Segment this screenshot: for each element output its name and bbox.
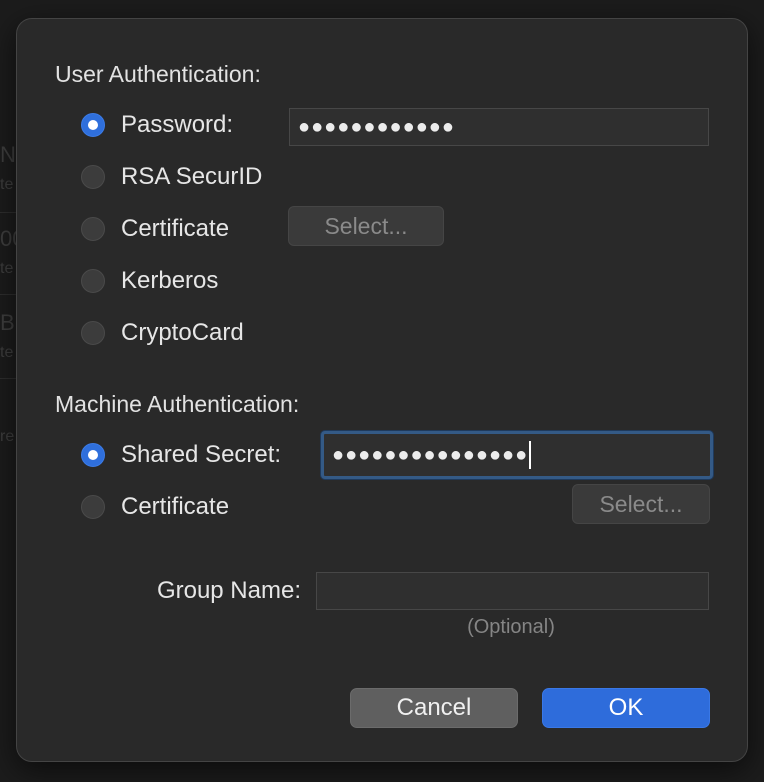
radio-button[interactable] xyxy=(81,113,105,137)
radio-kerberos[interactable]: Kerberos xyxy=(81,266,218,296)
radio-label: Certificate xyxy=(121,493,230,520)
cancel-button[interactable]: Cancel xyxy=(350,688,518,728)
shared-secret-field[interactable]: ●●●●●●●●●●●●●●● xyxy=(321,431,713,479)
authentication-sheet: User Authentication: Password: ●●●●●●●●●… xyxy=(16,18,748,762)
radio-button[interactable] xyxy=(81,269,105,293)
group-name-label: Group Name: xyxy=(156,577,301,604)
ok-button[interactable]: OK xyxy=(542,688,710,728)
radio-label: RSA SecurID xyxy=(121,163,263,190)
radio-label: Kerberos xyxy=(121,267,219,294)
machine-authentication-title: Machine Authentication: xyxy=(55,391,300,417)
background-text: N xyxy=(0,142,16,167)
user-authentication-title: User Authentication: xyxy=(55,61,261,87)
shared-secret-value: ●●●●●●●●●●●●●●● xyxy=(332,443,529,466)
radio-user-certificate[interactable]: Certificate xyxy=(81,214,229,244)
background-text: te xyxy=(0,344,14,361)
radio-button[interactable] xyxy=(81,321,105,345)
radio-machine-certificate[interactable]: Certificate xyxy=(81,492,229,522)
background-text: B xyxy=(0,310,15,335)
radio-label: Password: xyxy=(121,111,234,138)
group-name-hint: (Optional) xyxy=(467,616,555,638)
radio-button[interactable] xyxy=(81,495,105,519)
radio-button[interactable] xyxy=(81,165,105,189)
text-caret xyxy=(529,441,532,469)
radio-shared-secret[interactable]: Shared Secret: xyxy=(81,440,281,470)
radio-cryptocard[interactable]: CryptoCard xyxy=(81,318,244,348)
radio-rsa-securid[interactable]: RSA SecurID xyxy=(81,162,262,192)
background-text: re xyxy=(0,428,15,445)
radio-button[interactable] xyxy=(81,217,105,241)
machine-certificate-select-button[interactable]: Select... xyxy=(572,484,710,524)
radio-label: Certificate xyxy=(121,215,230,242)
group-name-field[interactable] xyxy=(316,572,709,610)
radio-button[interactable] xyxy=(81,443,105,467)
radio-password[interactable]: Password: xyxy=(81,110,233,140)
background-text: te xyxy=(0,176,14,193)
password-field[interactable]: ●●●●●●●●●●●● xyxy=(289,108,709,146)
radio-label: CryptoCard xyxy=(121,319,244,346)
user-certificate-select-button[interactable]: Select... xyxy=(288,206,444,246)
radio-label: Shared Secret: xyxy=(121,441,282,468)
background-text: te xyxy=(0,260,14,277)
